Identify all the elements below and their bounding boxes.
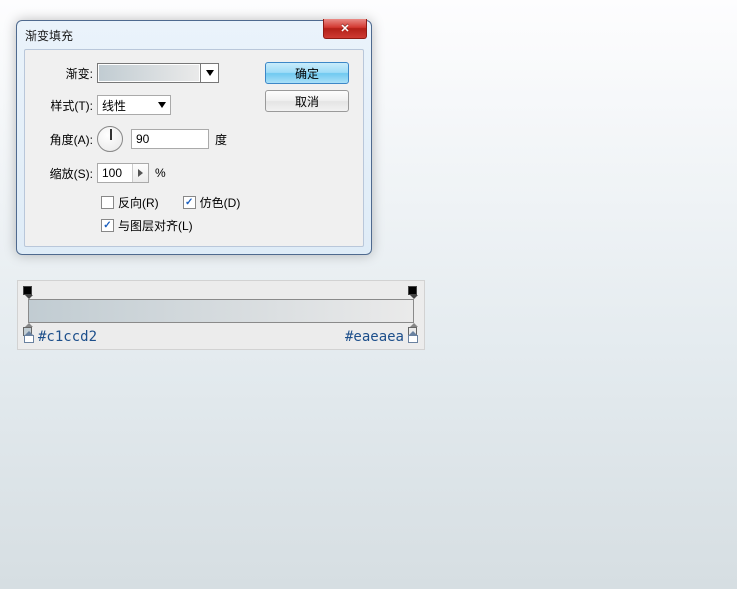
scale-step-button[interactable] <box>132 164 148 182</box>
checkbox-icon: ✓ <box>101 219 114 232</box>
scale-spinner[interactable] <box>97 163 149 183</box>
gradient-bar[interactable] <box>28 299 414 323</box>
align-label: 与图层对齐(L) <box>118 217 193 234</box>
color-stop-marker-icon <box>408 332 418 342</box>
checkbox-icon: ✓ <box>183 196 196 209</box>
dither-checkbox[interactable]: ✓ 仿色(D) <box>183 194 241 211</box>
angle-label: 角度(A): <box>39 131 97 148</box>
dialog-button-column: 确定 取消 <box>265 62 349 112</box>
chevron-right-icon <box>138 169 143 177</box>
angle-dial[interactable] <box>97 126 123 152</box>
titlebar[interactable]: 渐变填充 ✕ <box>17 21 371 49</box>
close-button[interactable]: ✕ <box>323 19 367 39</box>
dialog-title: 渐变填充 <box>25 27 73 44</box>
angle-input[interactable] <box>131 129 209 149</box>
opacity-stop-right[interactable] <box>408 286 419 299</box>
close-icon: ✕ <box>340 22 349 35</box>
stop-pointer-icon <box>410 295 418 299</box>
gradient-picker[interactable] <box>97 63 219 83</box>
checkbox-row-1: 反向(R) ✓ 仿色(D) <box>101 194 349 211</box>
scale-unit: % <box>155 166 166 180</box>
right-hex-value: #eaeaea <box>345 329 404 345</box>
gradient-dropdown-button[interactable] <box>200 64 218 82</box>
scale-row: 缩放(S): % <box>39 162 349 184</box>
stop-pointer-icon <box>25 295 33 299</box>
gradient-editor: #c1ccd2 #eaeaea <box>17 280 425 350</box>
gradient-bar-wrap <box>28 299 414 323</box>
chevron-down-icon <box>206 70 214 76</box>
angle-unit: 度 <box>215 131 227 148</box>
checkbox-row-2: ✓ 与图层对齐(L) <box>101 217 349 234</box>
reverse-checkbox[interactable]: 反向(R) <box>101 194 159 211</box>
style-select[interactable]: 线性 <box>97 95 171 115</box>
cancel-button[interactable]: 取消 <box>265 90 349 112</box>
opacity-stop-icon <box>408 286 417 295</box>
gradient-fill-dialog: 渐变填充 ✕ 确定 取消 渐变: 样式(T): 线性 <box>16 20 372 255</box>
angle-row: 角度(A): 度 <box>39 126 349 152</box>
opacity-stop-left[interactable] <box>23 286 34 299</box>
ok-button[interactable]: 确定 <box>265 62 349 84</box>
left-stop-hex: #c1ccd2 <box>24 329 97 345</box>
right-stop-hex: #eaeaea <box>345 329 418 345</box>
align-checkbox[interactable]: ✓ 与图层对齐(L) <box>101 217 193 234</box>
reverse-label: 反向(R) <box>118 194 159 211</box>
style-value: 线性 <box>102 97 126 114</box>
color-stop-marker-icon <box>24 332 34 342</box>
scale-label: 缩放(S): <box>39 165 97 182</box>
gradient-preview-swatch <box>98 64 200 82</box>
style-label: 样式(T): <box>39 97 97 114</box>
chevron-down-icon <box>158 102 166 108</box>
gradient-label: 渐变: <box>39 65 97 82</box>
left-hex-value: #c1ccd2 <box>38 329 97 345</box>
opacity-stop-icon <box>23 286 32 295</box>
scale-input[interactable] <box>98 166 132 180</box>
dither-label: 仿色(D) <box>200 194 241 211</box>
dialog-client-area: 确定 取消 渐变: 样式(T): 线性 角度(A): <box>24 49 364 247</box>
checkbox-icon <box>101 196 114 209</box>
